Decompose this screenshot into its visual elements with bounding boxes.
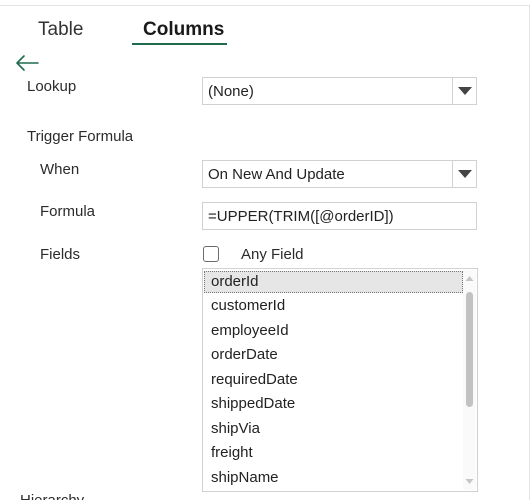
columns-panel: Table Columns Lookup (None) Trigger Form…: [0, 0, 530, 500]
list-item[interactable]: shipName: [204, 467, 463, 489]
list-item[interactable]: customerId: [204, 295, 463, 317]
list-item[interactable]: requiredDate: [204, 369, 463, 391]
top-divider: [0, 0, 530, 6]
when-select-value: On New And Update: [208, 166, 345, 183]
chevron-down-icon[interactable]: [452, 161, 476, 187]
trigger-formula-heading: Trigger Formula: [27, 128, 134, 145]
list-item[interactable]: shipVia: [204, 418, 463, 440]
formula-label: Formula: [40, 203, 96, 220]
back-arrow-icon[interactable]: [14, 52, 40, 74]
when-select[interactable]: On New And Update: [202, 160, 477, 188]
tab-table[interactable]: Table: [38, 18, 83, 42]
formula-input[interactable]: [202, 202, 477, 230]
list-scrollbar[interactable]: [463, 270, 476, 490]
scroll-down-icon[interactable]: [463, 474, 476, 488]
lookup-select[interactable]: (None): [202, 77, 477, 105]
fields-label: Fields: [40, 246, 81, 263]
list-item[interactable]: orderId: [204, 271, 463, 293]
scroll-up-icon[interactable]: [463, 272, 476, 286]
hierarchy-label: Hierarchy: [20, 492, 84, 500]
list-item[interactable]: freight: [204, 442, 463, 464]
list-item[interactable]: employeeId: [204, 320, 463, 342]
chevron-down-icon[interactable]: [452, 78, 476, 104]
fields-listbox[interactable]: orderId customerId employeeId orderDate …: [202, 268, 478, 492]
any-field-checkbox[interactable]: [203, 246, 219, 262]
list-item[interactable]: orderDate: [204, 344, 463, 366]
any-field-label[interactable]: Any Field: [241, 246, 304, 264]
list-item[interactable]: shippedDate: [204, 393, 463, 415]
active-tab-indicator: [132, 43, 227, 45]
when-label: When: [40, 161, 80, 178]
lookup-label: Lookup: [27, 78, 77, 95]
scroll-thumb[interactable]: [466, 292, 473, 407]
lookup-select-value: (None): [208, 83, 254, 100]
tab-columns[interactable]: Columns: [143, 18, 224, 42]
